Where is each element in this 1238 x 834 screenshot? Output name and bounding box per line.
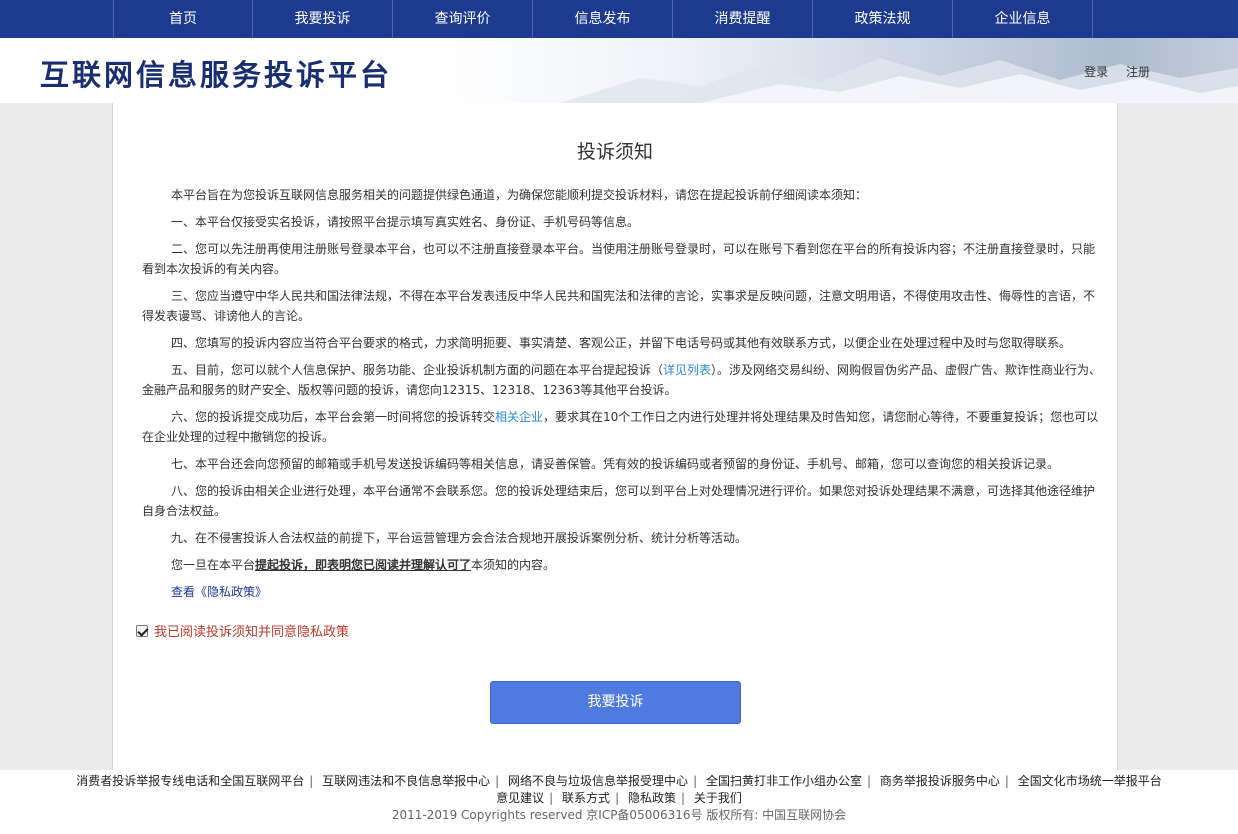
notice-panel: 投诉须知 本平台旨在为您投诉互联网信息服务相关的问题提供绿色通道，为确保您能顺利…	[112, 103, 1118, 770]
notice-item-1: 一、本平台仅接受实名投诉，请按照平台提示填写真实姓名、身份证、手机号码等信息。	[171, 215, 640, 229]
nav-item-alerts[interactable]: 消费提醒	[673, 0, 813, 38]
footer-separator: |	[693, 774, 698, 788]
login-link[interactable]: 登录	[1084, 65, 1108, 79]
footer-link-contact[interactable]: 联系方式	[562, 791, 610, 805]
notice-item-9: 九、在不侵害投诉人合法权益的前提下，平台运营管理方会合法合规地开展投诉案例分析、…	[171, 531, 748, 545]
footer-separator: |	[866, 774, 871, 788]
nav-item-home[interactable]: 首页	[113, 0, 253, 38]
auth-links: 登录 注册	[1070, 63, 1150, 80]
nav-item-complain[interactable]: 我要投诉	[253, 0, 393, 38]
footer-link-commerce-report[interactable]: 商务举报投诉服务中心	[880, 774, 1000, 788]
top-nav: 首页 我要投诉 查询评价 信息发布 消费提醒 政策法规 企业信息	[0, 0, 1238, 38]
notice-item-5-text-a: 五、目前，您可以就个人信息保护、服务功能、企业投诉机制方面的问题在本平台提起投诉…	[171, 363, 664, 377]
notice-item-6: 六、您的投诉提交成功后，本平台会第一时间将您的投诉转交相关企业，要求其在10个工…	[142, 407, 1104, 447]
footer-link-consumer-hotline[interactable]: 消费者投诉举报专线电话和全国互联网平台	[76, 774, 304, 788]
footer-separator: |	[495, 774, 500, 788]
notice-closing-strong: 提起投诉，即表明您已阅读并理解认可了	[255, 558, 472, 572]
notice-item-6-text-a: 六、您的投诉提交成功后，本平台会第一时间将您的投诉转交	[171, 410, 496, 424]
footer-link-feedback[interactable]: 意见建议	[496, 791, 544, 805]
notice-item-7: 七、本平台还会向您预留的邮箱或手机号发送投诉编码等相关信息，请妥善保管。凭有效的…	[171, 457, 1060, 471]
notice-closing: 您一旦在本平台提起投诉，即表明您已阅读并理解认可了本须知的内容。	[142, 555, 1104, 575]
header-banner: 互联网信息服务投诉平台 登录 注册	[0, 38, 1238, 103]
register-link[interactable]: 注册	[1126, 65, 1150, 79]
nav-item-enterprise[interactable]: 企业信息	[953, 0, 1093, 38]
notice-item-3: 三、您应当遵守中华人民共和国法律法规，不得在本平台发表违反中华人民共和国宪法和法…	[142, 289, 1096, 323]
footer-separator: |	[1004, 774, 1009, 788]
footer-link-anti-porn-office[interactable]: 全国扫黄打非工作小组办公室	[706, 774, 862, 788]
footer-separator: |	[680, 791, 685, 805]
nav-item-policy[interactable]: 政策法规	[813, 0, 953, 38]
agree-label[interactable]: 我已阅读投诉须知并同意隐私政策	[154, 621, 349, 640]
site-title: 互联网信息服务投诉平台	[40, 58, 393, 92]
footer-link-culture-market-report[interactable]: 全国文化市场统一举报平台	[1018, 774, 1162, 788]
notice-intro: 本平台旨在为您投诉互联网信息服务相关的问题提供绿色通道，为确保您能顺利提交投诉材…	[171, 188, 868, 202]
footer-link-illegal-report-center[interactable]: 互联网违法和不良信息举报中心	[322, 774, 490, 788]
footer-link-privacy[interactable]: 隐私政策	[628, 791, 676, 805]
footer-links-row1: 消费者投诉举报专线电话和全国互联网平台 | 互联网违法和不良信息举报中心 | 网络不…	[0, 772, 1238, 789]
footer-link-about[interactable]: 关于我们	[694, 791, 742, 805]
footer-separator: |	[309, 774, 314, 788]
notice-item-5: 五、目前，您可以就个人信息保护、服务功能、企业投诉机制方面的问题在本平台提起投诉…	[142, 360, 1104, 400]
footer: 消费者投诉举报专线电话和全国互联网平台 | 互联网违法和不良信息举报中心 | 网络不…	[0, 770, 1238, 834]
notice-body: 本平台旨在为您投诉互联网信息服务相关的问题提供绿色通道，为确保您能顺利提交投诉材…	[142, 185, 1104, 609]
footer-links-row2: 意见建议 | 联系方式 | 隐私政策 | 关于我们	[0, 789, 1238, 806]
page-title: 投诉须知	[576, 141, 653, 163]
agree-checkbox[interactable]	[136, 624, 148, 637]
notice-item-8: 八、您的投诉由相关企业进行处理，本平台通常不会联系您。您的投诉处理结束后，您可以…	[142, 484, 1096, 518]
nav-item-info[interactable]: 信息发布	[533, 0, 673, 38]
nav-list: 首页 我要投诉 查询评价 信息发布 消费提醒 政策法规 企业信息	[113, 0, 1093, 38]
nav-item-query[interactable]: 查询评价	[393, 0, 533, 38]
notice-closing-b: 本须知的内容。	[471, 558, 556, 572]
detail-list-link[interactable]: 详见列表	[663, 363, 711, 377]
notice-item-4: 四、您填写的投诉内容应当符合平台要求的格式，力求简明扼要、事实清楚、客观公正，并…	[171, 336, 1072, 350]
submit-complaint-button[interactable]: 我要投诉	[490, 681, 741, 724]
footer-separator: |	[549, 791, 554, 805]
footer-separator: |	[615, 791, 620, 805]
notice-closing-a: 您一旦在本平台	[171, 558, 256, 572]
notice-item-2: 二、您可以先注册再使用注册账号登录本平台，也可以不注册直接登录本平台。当使用注册…	[142, 242, 1096, 276]
related-enterprise-link[interactable]: 相关企业	[495, 410, 543, 424]
footer-copyright: 2011-2019 Copyrights reserved 京ICP备05006…	[391, 808, 847, 822]
privacy-policy-link[interactable]: 查看《隐私政策》	[171, 582, 1104, 602]
footer-link-spam-report-center[interactable]: 网络不良与垃圾信息举报受理中心	[508, 774, 688, 788]
agree-checkbox-row[interactable]: 我已阅读投诉须知并同意隐私政策	[136, 621, 349, 640]
